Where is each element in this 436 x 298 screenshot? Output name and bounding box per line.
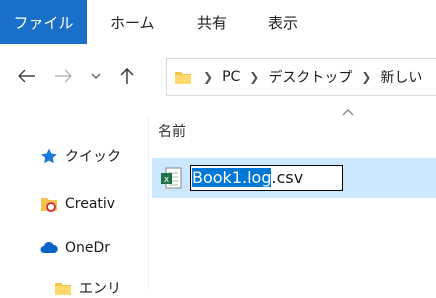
forward-button[interactable] [50, 56, 76, 96]
svg-text:x: x [164, 175, 170, 185]
column-header-name[interactable]: 名前 [158, 121, 186, 141]
excel-csv-file-icon: x [161, 167, 182, 189]
recent-locations-button[interactable] [85, 56, 107, 96]
sidebar-item-creative-cloud[interactable]: Creativ [40, 196, 115, 212]
star-icon [41, 148, 57, 164]
sidebar-item-folder[interactable]: エンリ [54, 278, 121, 298]
folder-icon [55, 283, 71, 295]
navigation-bar: ❯ PC ❯ デスクトップ ❯ 新しい [0, 56, 436, 96]
breadcrumb-separator-icon[interactable]: ❯ [203, 70, 213, 84]
sidebar-item-onedrive[interactable]: OneDr [40, 240, 110, 256]
tab-file[interactable]: ファイル [0, 0, 87, 44]
back-arrow-icon [18, 69, 35, 83]
sidebar-item-label: クイック [65, 149, 121, 165]
tab-view[interactable]: 表示 [268, 0, 298, 44]
pane-divider [148, 116, 149, 290]
onedrive-cloud-icon [40, 241, 58, 253]
ribbon-tab-bar: ファイル ホーム 共有 表示 [0, 0, 436, 44]
sidebar-item-label: OneDr [65, 240, 111, 256]
address-bar[interactable]: ❯ PC ❯ デスクトップ ❯ 新しい [166, 58, 436, 96]
sidebar-item-label: エンリ [79, 281, 121, 297]
back-button[interactable] [14, 56, 40, 96]
sidebar-item-quick-access[interactable]: クイック [40, 146, 121, 166]
rename-extension-text: .csv [271, 168, 304, 187]
creative-cloud-folder-icon [41, 198, 57, 212]
sort-ascending-caret-icon [342, 109, 354, 116]
sidebar-item-label: Creativ [65, 196, 116, 212]
tab-home[interactable]: ホーム [110, 0, 155, 44]
rename-selected-text: Book1.log [192, 168, 272, 187]
breadcrumb-desktop[interactable]: デスクトップ [268, 67, 352, 87]
up-button[interactable] [113, 56, 141, 96]
up-arrow-icon [120, 68, 134, 84]
forward-arrow-icon [55, 69, 72, 83]
chevron-down-icon [91, 73, 101, 79]
tab-share[interactable]: 共有 [197, 0, 227, 44]
breadcrumb-pc[interactable]: PC [222, 69, 240, 85]
folder-icon [175, 72, 191, 84]
file-row-selected[interactable]: x Book1.log.csv [152, 158, 436, 198]
breadcrumb-separator-icon[interactable]: ❯ [249, 70, 259, 84]
breadcrumb-new-folder[interactable]: 新しい [380, 67, 422, 87]
rename-input[interactable]: Book1.log.csv [190, 165, 343, 191]
breadcrumb-separator-icon[interactable]: ❯ [361, 70, 371, 84]
